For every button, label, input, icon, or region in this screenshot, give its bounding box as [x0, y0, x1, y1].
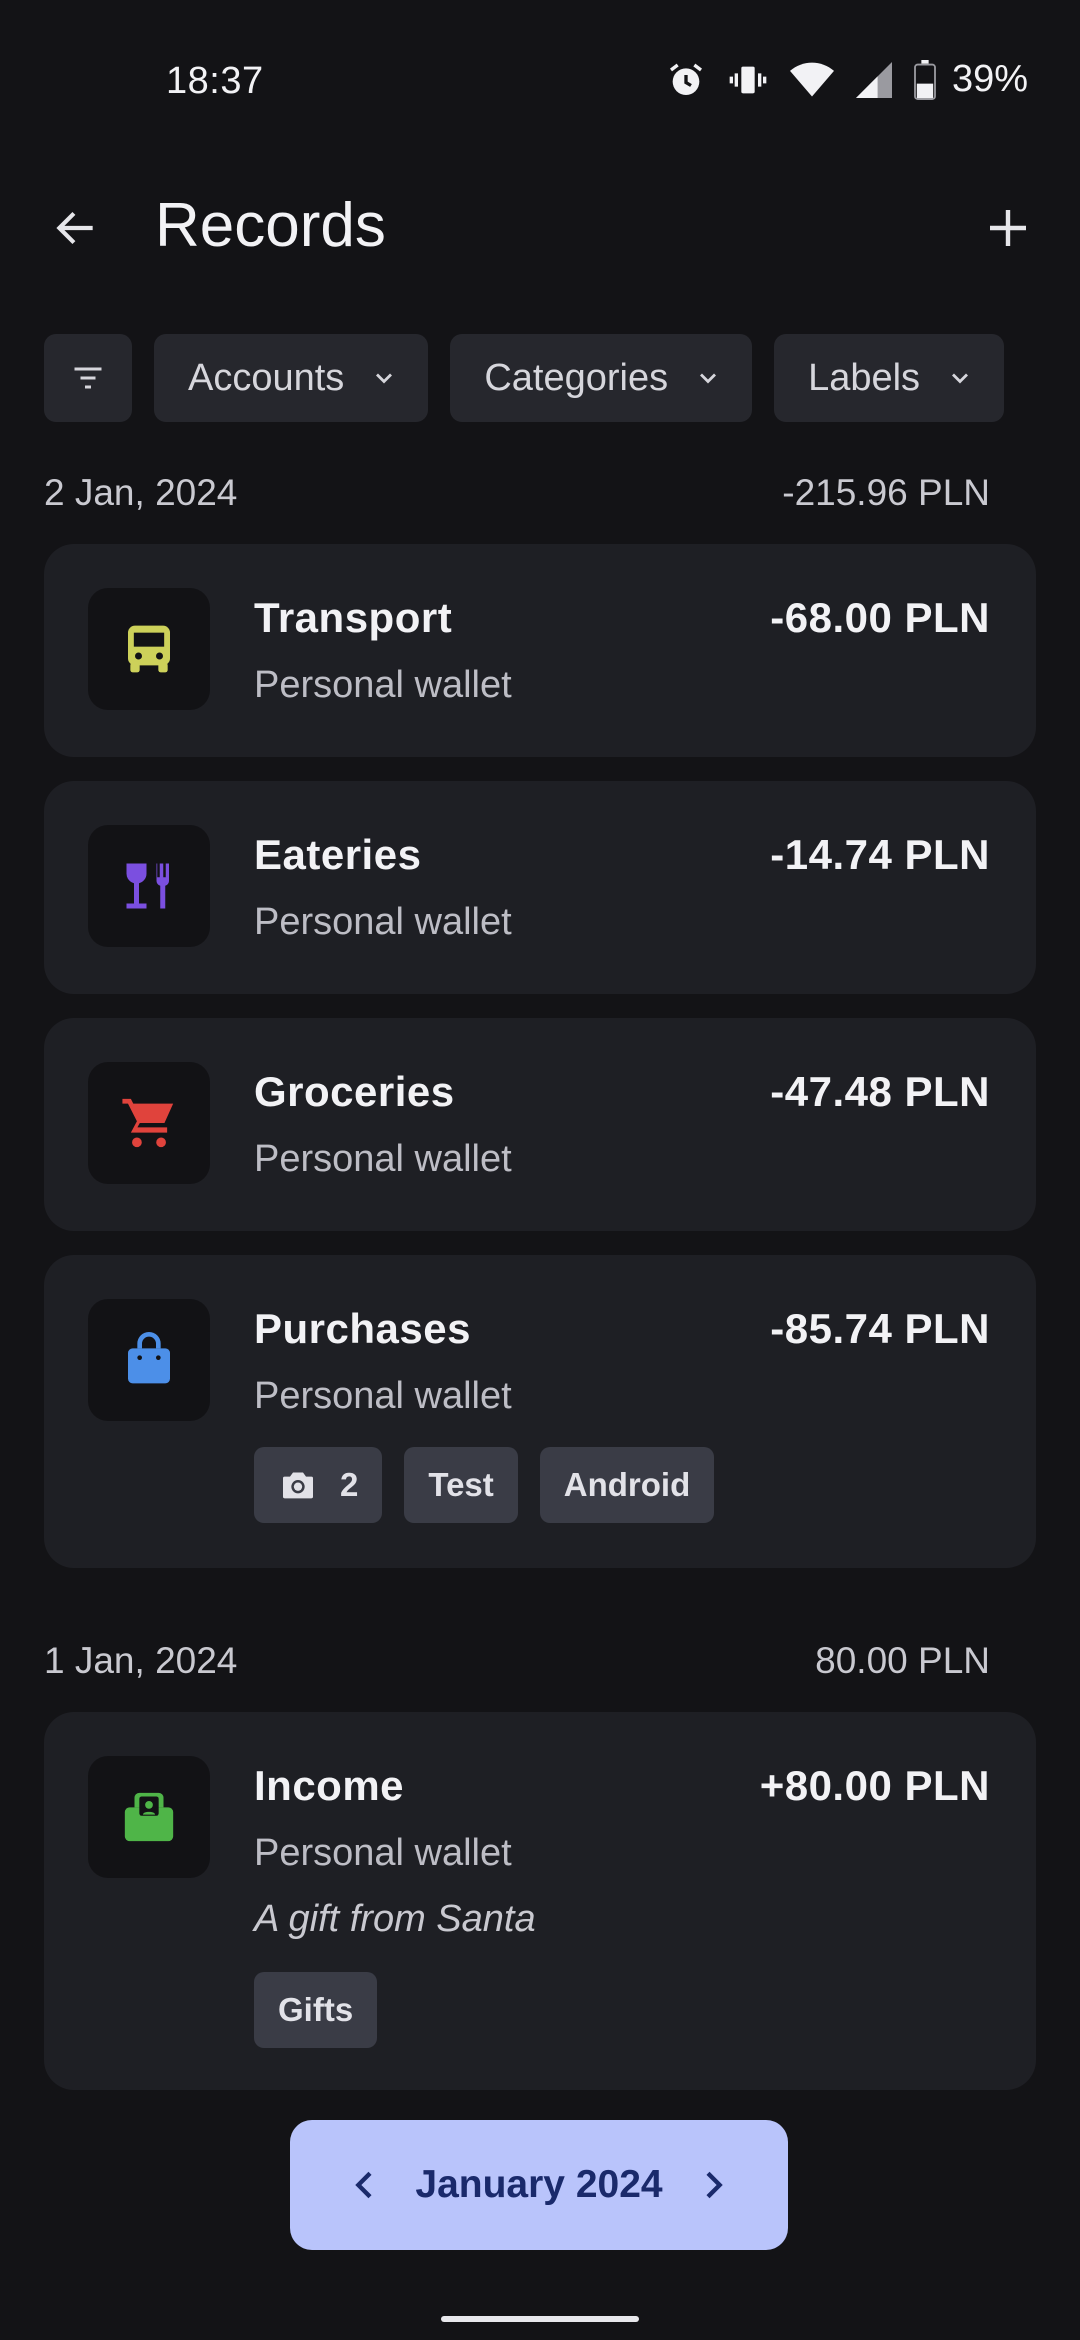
battery-percent: 39% [951, 58, 1028, 100]
camera-icon [278, 1465, 318, 1505]
home-indicator[interactable] [441, 2316, 639, 2322]
alarm-icon [666, 60, 706, 100]
previous-month-button[interactable] [340, 2160, 390, 2210]
record-amount: -14.74 PLN [770, 831, 990, 878]
record-tags: Gifts [254, 1972, 378, 2048]
filter-chips: Accounts Categories Labels [44, 334, 1036, 422]
date-group-header: 2 Jan, 2024 -215.96 PLN [44, 468, 990, 518]
record-card[interactable]: Transport -68.00 PLN Personal wallet [44, 544, 1036, 757]
bus-icon [88, 588, 210, 710]
label-tag: Test [404, 1447, 518, 1523]
record-card[interactable]: Groceries -47.48 PLN Personal wallet [44, 1018, 1036, 1231]
record-amount: -68.00 PLN [770, 594, 990, 641]
label-tag: Android [539, 1447, 715, 1523]
record-card[interactable]: Purchases -85.74 PLN Personal wallet 2 T… [44, 1255, 1036, 1568]
labels-filter-chip[interactable]: Labels [774, 334, 1005, 422]
record-amount: -85.74 PLN [770, 1305, 990, 1352]
chevron-down-icon [370, 364, 398, 392]
battery-icon [914, 59, 936, 100]
labels-filter-label: Labels [808, 356, 921, 399]
wifi-icon [789, 60, 834, 100]
record-category: Eateries [254, 831, 422, 878]
record-account: Personal wallet [254, 1832, 512, 1874]
status-icons: 39% [666, 58, 1028, 101]
record-category: Purchases [254, 1305, 471, 1352]
record-note: A gift from Santa [254, 1898, 536, 1940]
photo-count: 2 [340, 1466, 359, 1503]
shopping-bag-icon [88, 1299, 210, 1421]
vibrate-icon [728, 60, 768, 100]
record-card[interactable]: Eateries -14.74 PLN Personal wallet [44, 781, 1036, 994]
chevron-left-icon [355, 2171, 372, 2199]
photo-attachments-tag: 2 [254, 1447, 383, 1523]
record-amount: +80.00 PLN [759, 1762, 990, 1809]
record-category: Transport [254, 594, 453, 641]
group-date: 1 Jan, 2024 [44, 1640, 238, 1681]
group-total: -215.96 PLN [782, 472, 990, 513]
restaurant-icon [88, 825, 210, 947]
filter-button[interactable] [44, 334, 132, 422]
record-account: Personal wallet [254, 901, 512, 943]
record-category: Groceries [254, 1068, 455, 1115]
month-navigator: January 2024 [290, 2120, 788, 2250]
group-date: 2 Jan, 2024 [44, 472, 238, 513]
wallet-icon [88, 1756, 210, 1878]
label-tag: Gifts [254, 1972, 378, 2048]
add-record-button[interactable] [972, 192, 1044, 264]
arrow-back-icon [56, 211, 93, 245]
chevron-down-icon [694, 364, 722, 392]
record-category: Income [254, 1762, 405, 1809]
group-total: 80.00 PLN [815, 1640, 990, 1681]
categories-filter-chip[interactable]: Categories [450, 334, 753, 422]
record-amount: -47.48 PLN [770, 1068, 990, 1115]
next-month-button[interactable] [688, 2160, 738, 2210]
record-account: Personal wallet [254, 1375, 512, 1417]
status-bar: 18:37 39% [0, 0, 1080, 170]
categories-filter-label: Categories [484, 356, 669, 399]
accounts-filter-label: Accounts [188, 356, 345, 399]
record-card[interactable]: Income +80.00 PLN Personal wallet A gift… [44, 1712, 1036, 2090]
record-account: Personal wallet [254, 664, 512, 706]
status-time: 18:37 [166, 60, 264, 102]
top-app-bar: Records [0, 170, 1080, 280]
back-button[interactable] [40, 192, 112, 264]
plus-icon [990, 210, 1026, 246]
chevron-right-icon [706, 2171, 723, 2199]
chevron-down-icon [946, 364, 974, 392]
record-tags: 2 Test Android [254, 1447, 715, 1523]
filter-icon [74, 367, 102, 389]
signal-icon [855, 61, 892, 99]
accounts-filter-chip[interactable]: Accounts [154, 334, 429, 422]
page-title: Records [155, 191, 386, 260]
date-group-header: 1 Jan, 2024 80.00 PLN [44, 1636, 990, 1686]
cart-icon [88, 1062, 210, 1184]
current-month-label[interactable]: January 2024 [415, 2163, 662, 2207]
record-account: Personal wallet [254, 1138, 512, 1180]
